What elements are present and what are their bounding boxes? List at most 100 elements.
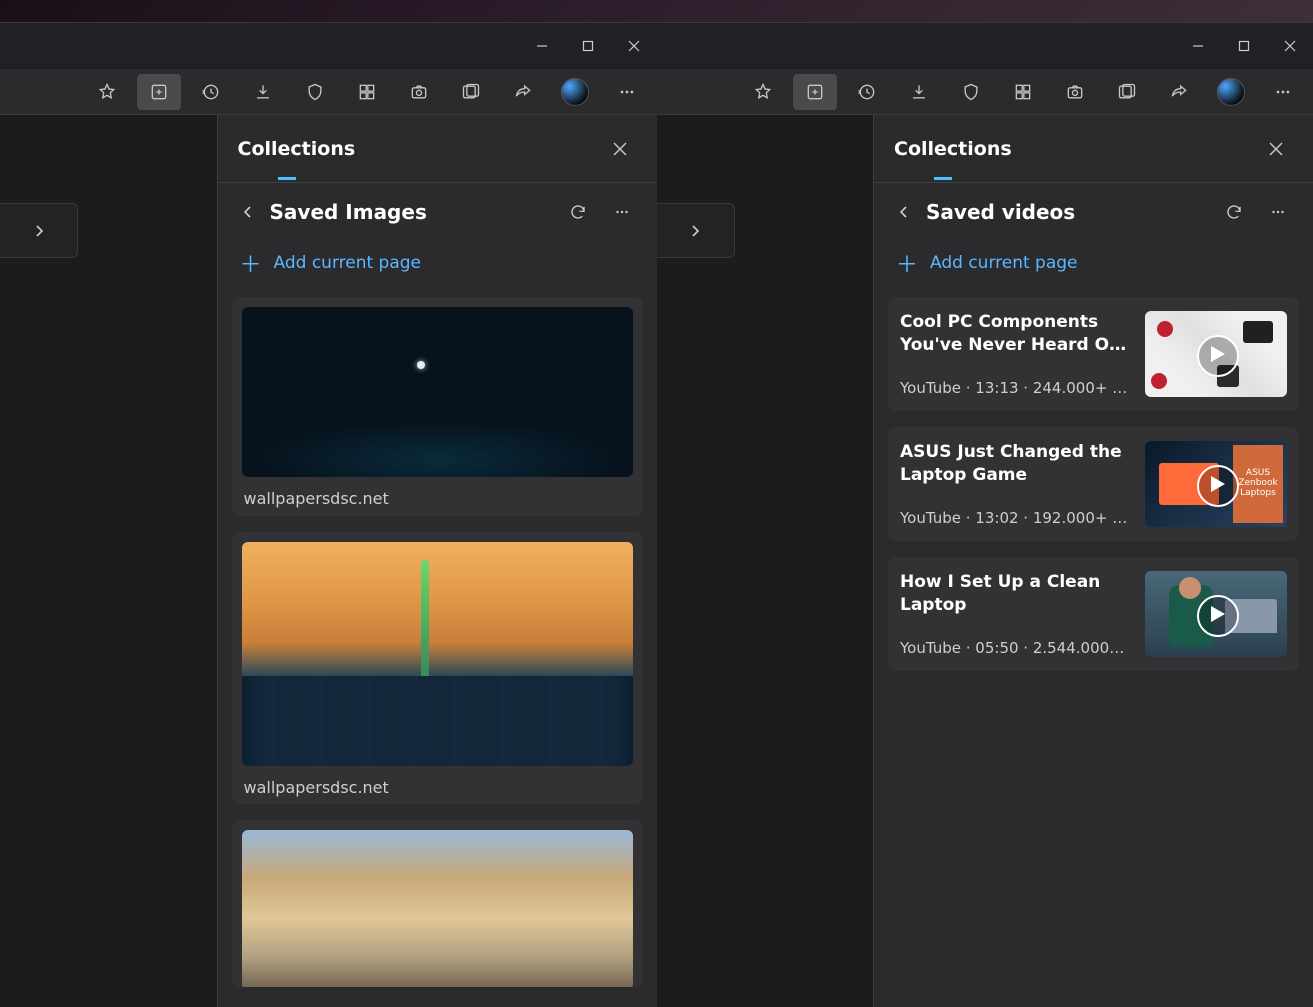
- video-title: How I Set Up a Clean Laptop: [900, 571, 1131, 617]
- web-capture-button[interactable]: [1105, 74, 1149, 110]
- plus-icon: ＋: [240, 247, 262, 279]
- video-card[interactable]: ASUS Just Changed the Laptop Game YouTub…: [888, 427, 1299, 541]
- close-panel-button[interactable]: [603, 132, 637, 166]
- video-meta: YouTube · 13:02 · 192.000+ vi…: [900, 509, 1131, 527]
- extensions-button[interactable]: [345, 74, 389, 110]
- collections-panel: Collections Saved videos: [873, 115, 1313, 1007]
- video-info: Cool PC Components You've Never Heard Of…: [900, 311, 1131, 397]
- share-button[interactable]: [501, 74, 545, 110]
- more-icon: [1269, 203, 1287, 221]
- panel-header: Collections: [874, 115, 1313, 183]
- video-thumbnail: [1145, 571, 1287, 657]
- avatar-icon: [1217, 78, 1245, 106]
- share-button[interactable]: [1157, 74, 1201, 110]
- history-button[interactable]: [845, 74, 889, 110]
- downloads-button[interactable]: [897, 74, 941, 110]
- video-thumbnail: [1145, 311, 1287, 397]
- web-capture-button[interactable]: [449, 74, 493, 110]
- close-icon: [1269, 142, 1283, 156]
- refresh-icon: [1225, 203, 1243, 221]
- image-thumbnail: [242, 307, 633, 477]
- collection-name: Saved Images: [270, 200, 551, 224]
- image-thumbnail: [242, 542, 633, 766]
- add-current-page-button[interactable]: ＋ Add current page: [218, 241, 657, 297]
- cards-list: Cool PC Components You've Never Heard Of…: [874, 297, 1313, 1007]
- close-window-button[interactable]: [1267, 23, 1313, 69]
- history-button[interactable]: [189, 74, 233, 110]
- content-area: Collections Saved Images: [0, 115, 657, 1007]
- image-card[interactable]: wallpapersdsc.net: [232, 297, 643, 516]
- plus-icon: ＋: [896, 247, 918, 279]
- minimize-button[interactable]: [1175, 23, 1221, 69]
- minimize-button[interactable]: [519, 23, 565, 69]
- video-info: How I Set Up a Clean Laptop YouTube · 05…: [900, 571, 1131, 657]
- collections-button[interactable]: [793, 74, 837, 110]
- add-page-label: Add current page: [274, 253, 422, 273]
- image-card[interactable]: [232, 820, 643, 987]
- screenshot-button[interactable]: [1053, 74, 1097, 110]
- favorites-button[interactable]: [85, 74, 129, 110]
- collections-button[interactable]: [137, 74, 181, 110]
- maximize-button[interactable]: [1221, 23, 1267, 69]
- collection-header: Saved videos: [874, 183, 1313, 241]
- chevron-left-icon: [243, 204, 253, 220]
- maximize-button[interactable]: [565, 23, 611, 69]
- profile-button[interactable]: [1209, 74, 1253, 110]
- security-button[interactable]: [293, 74, 337, 110]
- panel-header: Collections: [218, 115, 657, 183]
- browser-window: Collections Saved Images: [0, 22, 657, 1007]
- image-card[interactable]: wallpapersdsc.net: [232, 532, 643, 804]
- chevron-right-icon: [34, 223, 44, 239]
- refresh-icon: [569, 203, 587, 221]
- image-thumbnail: [242, 830, 633, 987]
- favorites-button[interactable]: [741, 74, 785, 110]
- browser-toolbar: [0, 69, 657, 115]
- more-button[interactable]: [1261, 74, 1305, 110]
- more-icon: [613, 203, 631, 221]
- refresh-button[interactable]: [561, 195, 595, 229]
- feed-expand-button[interactable]: [0, 203, 78, 258]
- thumbnail-badge: ASUS Zenbook Laptops: [1233, 445, 1283, 523]
- downloads-button[interactable]: [241, 74, 285, 110]
- video-card[interactable]: How I Set Up a Clean Laptop YouTube · 05…: [888, 557, 1299, 671]
- screenshot-button[interactable]: [397, 74, 441, 110]
- window-right: Collections Saved videos: [657, 0, 1313, 1007]
- extensions-button[interactable]: [1001, 74, 1045, 110]
- security-button[interactable]: [949, 74, 993, 110]
- image-source: wallpapersdsc.net: [232, 774, 643, 801]
- profile-button[interactable]: [553, 74, 597, 110]
- window-titlebar: [657, 23, 1313, 69]
- video-info: ASUS Just Changed the Laptop Game YouTub…: [900, 441, 1131, 527]
- browser-window: Collections Saved videos: [657, 22, 1313, 1007]
- video-title: ASUS Just Changed the Laptop Game: [900, 441, 1131, 487]
- collection-header: Saved Images: [218, 183, 657, 241]
- content-area: Collections Saved videos: [657, 115, 1313, 1007]
- back-button[interactable]: [236, 200, 260, 224]
- window-titlebar: [0, 23, 657, 69]
- back-button[interactable]: [892, 200, 916, 224]
- image-source: wallpapersdsc.net: [232, 485, 643, 512]
- video-card[interactable]: Cool PC Components You've Never Heard Of…: [888, 297, 1299, 411]
- panel-title: Collections: [238, 138, 356, 160]
- window-left: Collections Saved Images: [0, 0, 657, 1007]
- video-meta: YouTube · 13:13 · 244.000+ vi…: [900, 379, 1131, 397]
- video-meta: YouTube · 05:50 · 2.544.000+ …: [900, 639, 1131, 657]
- panel-title: Collections: [894, 138, 1012, 160]
- collection-name: Saved videos: [926, 200, 1207, 224]
- close-panel-button[interactable]: [1259, 132, 1293, 166]
- avatar-icon: [561, 78, 589, 106]
- collection-more-button[interactable]: [1261, 195, 1295, 229]
- chevron-right-icon: [690, 223, 700, 239]
- video-title: Cool PC Components You've Never Heard Of…: [900, 311, 1131, 357]
- close-window-button[interactable]: [611, 23, 657, 69]
- feed-expand-button[interactable]: [657, 203, 735, 258]
- refresh-button[interactable]: [1217, 195, 1251, 229]
- add-page-label: Add current page: [930, 253, 1078, 273]
- cards-list: wallpapersdsc.net wallpapersdsc.net: [218, 297, 657, 1007]
- collection-more-button[interactable]: [605, 195, 639, 229]
- more-button[interactable]: [605, 74, 649, 110]
- add-current-page-button[interactable]: ＋ Add current page: [874, 241, 1313, 297]
- chevron-left-icon: [899, 204, 909, 220]
- browser-toolbar: [657, 69, 1313, 115]
- video-thumbnail: ASUS Zenbook Laptops: [1145, 441, 1287, 527]
